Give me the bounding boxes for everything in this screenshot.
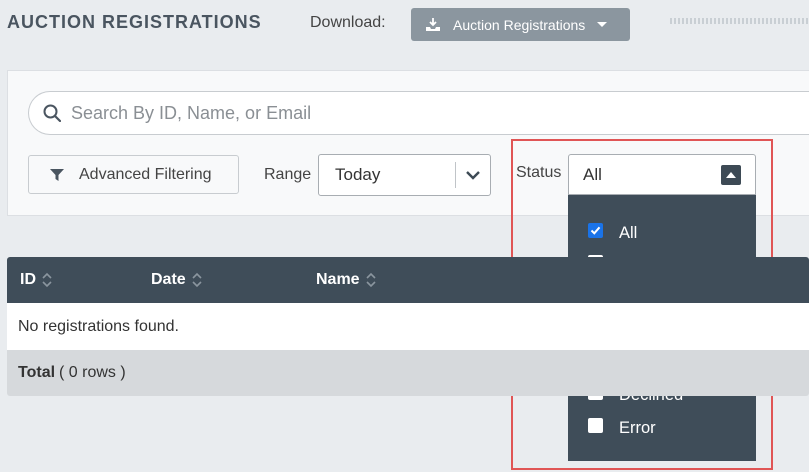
- download-dropdown-button[interactable]: Auction Registrations: [411, 8, 630, 41]
- range-select-toggle[interactable]: [456, 170, 490, 180]
- status-label: Status: [516, 164, 562, 181]
- funnel-icon: [50, 168, 64, 181]
- checkmark-icon: [590, 226, 601, 235]
- caret-up-icon: [726, 171, 736, 178]
- checkbox[interactable]: [588, 417, 603, 433]
- search-box[interactable]: [28, 91, 809, 135]
- range-select[interactable]: Today: [318, 154, 491, 196]
- column-header-name[interactable]: Name: [316, 271, 376, 289]
- status-select-toggle[interactable]: [721, 164, 741, 185]
- download-label: Download:: [310, 14, 386, 31]
- column-header-label: Date: [151, 271, 186, 288]
- sort-icon: [42, 272, 52, 288]
- checkbox[interactable]: [588, 222, 603, 238]
- status-option-error[interactable]: Error: [568, 412, 756, 445]
- results-table: ID Date Name No registrations found. Tot…: [7, 257, 809, 396]
- status-option-label: All: [619, 223, 638, 242]
- page-title: AUCTION REGISTRATIONS: [7, 12, 262, 32]
- advanced-filtering-label: Advanced Filtering: [79, 165, 212, 183]
- status-option-label: Error: [619, 418, 656, 437]
- advanced-filtering-button[interactable]: Advanced Filtering: [28, 155, 239, 194]
- empty-message-row: No registrations found.: [7, 303, 809, 350]
- caret-down-icon: [597, 22, 608, 27]
- table-header: ID Date Name: [7, 257, 809, 303]
- download-tray-icon: [426, 17, 440, 31]
- sort-icon: [192, 272, 202, 288]
- total-count: ( 0 rows ): [59, 364, 126, 381]
- column-header-label: Name: [316, 271, 360, 288]
- chevron-down-icon: [466, 171, 480, 180]
- top-bar: AUCTION REGISTRATIONS Download: Auction …: [0, 0, 809, 50]
- empty-message: No registrations found.: [18, 317, 179, 335]
- column-header-id[interactable]: ID: [20, 271, 52, 289]
- total-label: Total: [18, 364, 56, 381]
- sort-icon: [366, 272, 376, 288]
- column-header-label: ID: [20, 271, 36, 288]
- column-header-date[interactable]: Date: [151, 271, 202, 289]
- status-select[interactable]: All: [568, 154, 756, 195]
- search-icon: [43, 104, 61, 122]
- range-label: Range: [264, 166, 312, 183]
- total-row: Total ( 0 rows ): [7, 350, 809, 396]
- download-button-label: Auction Registrations: [453, 16, 586, 33]
- decorative-divider: [670, 18, 809, 24]
- range-select-value: Today: [335, 165, 381, 184]
- search-input[interactable]: [71, 102, 809, 124]
- status-select-value: All: [583, 164, 602, 184]
- status-option-all[interactable]: All: [568, 217, 756, 250]
